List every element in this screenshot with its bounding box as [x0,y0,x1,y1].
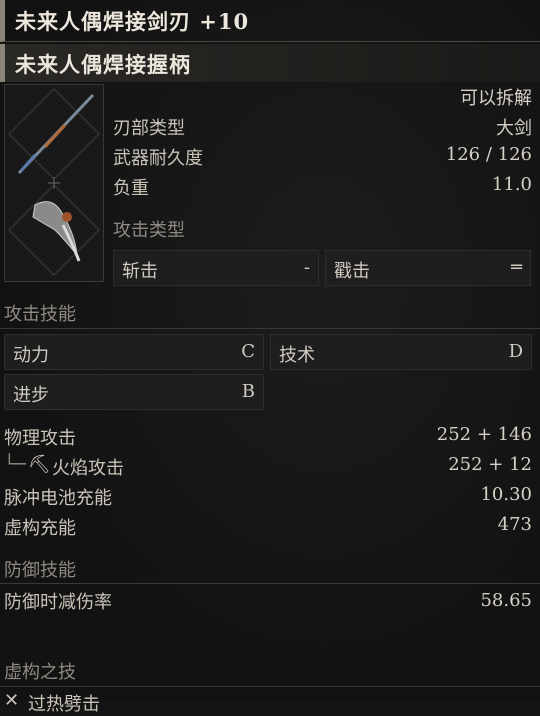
fable-art-item: 过热劈击 [28,694,100,715]
tree-branch-icon: └─ [4,454,26,475]
fire-icon: ⛏ [28,454,51,475]
technique-value: D [508,341,523,362]
weight-value: 11.0 [491,174,532,195]
durability-value: 126 / 126 [445,144,532,165]
slash-label: 斩击 [122,261,158,282]
handle-title-bar: 未来人偶焊接握柄 [0,44,540,82]
weapon-illustration [8,88,100,276]
durability-label: 武器耐久度 [113,148,203,169]
power-value: C [241,341,255,362]
divider [0,328,540,329]
slash-box: 斩击 - [113,250,319,286]
pierce-label: 戳击 [334,261,370,282]
divider [0,686,540,687]
fire-attack-value: 252 + 12 [448,454,532,475]
handle-title: 未来人偶焊接握柄 [15,52,191,77]
pierce-box: 戳击 ═ [325,250,531,286]
guard-label: 防御时减伤率 [4,592,112,613]
blade-type-value: 大剑 [496,118,532,139]
physical-attack-label: 物理攻击 [4,428,76,449]
power-box: 动力 C [4,334,264,370]
attack-type-section: 攻击类型 [113,220,185,241]
fable-charge-label: 虚构充能 [4,518,76,539]
technique-box: 技术 D [270,334,532,370]
weapon-title-bar: 未来人偶焊接剑刃 +10 [0,0,540,42]
cross-icon: ✕ [4,690,20,711]
weight-label: 负重 [113,178,149,199]
advance-label: 进步 [13,385,49,406]
slash-value: - [303,257,310,278]
advance-value: B [241,381,255,402]
battery-value: 10.30 [480,484,532,505]
attack-skills-section: 攻击技能 [4,304,76,325]
defense-section: 防御技能 [4,560,76,581]
blade-type-label: 刃部类型 [113,118,185,139]
pierce-value: ═ [511,257,522,278]
fable-charge-value: 473 [497,514,532,535]
battery-label: 脉冲电池充能 [4,488,112,509]
weapon-title: 未来人偶焊接剑刃 +10 [15,9,250,34]
weapon-image [4,84,104,282]
power-label: 动力 [13,345,49,366]
fable-art-section: 虚构之技 [4,662,76,683]
divider [0,583,540,584]
technique-label: 技术 [279,345,315,366]
fire-attack-label: 火焰攻击 [52,458,124,479]
disassemble-text: 可以拆解 [460,88,532,109]
weapon-detail-panel: 未来人偶焊接剑刃 +10 未来人偶焊接握柄 可以拆解 刃部类型 大剑 武器耐久度… [0,0,540,715]
advance-box: 进步 B [4,374,264,410]
guard-value: 58.65 [480,590,532,611]
physical-attack-value: 252 + 146 [436,424,532,445]
